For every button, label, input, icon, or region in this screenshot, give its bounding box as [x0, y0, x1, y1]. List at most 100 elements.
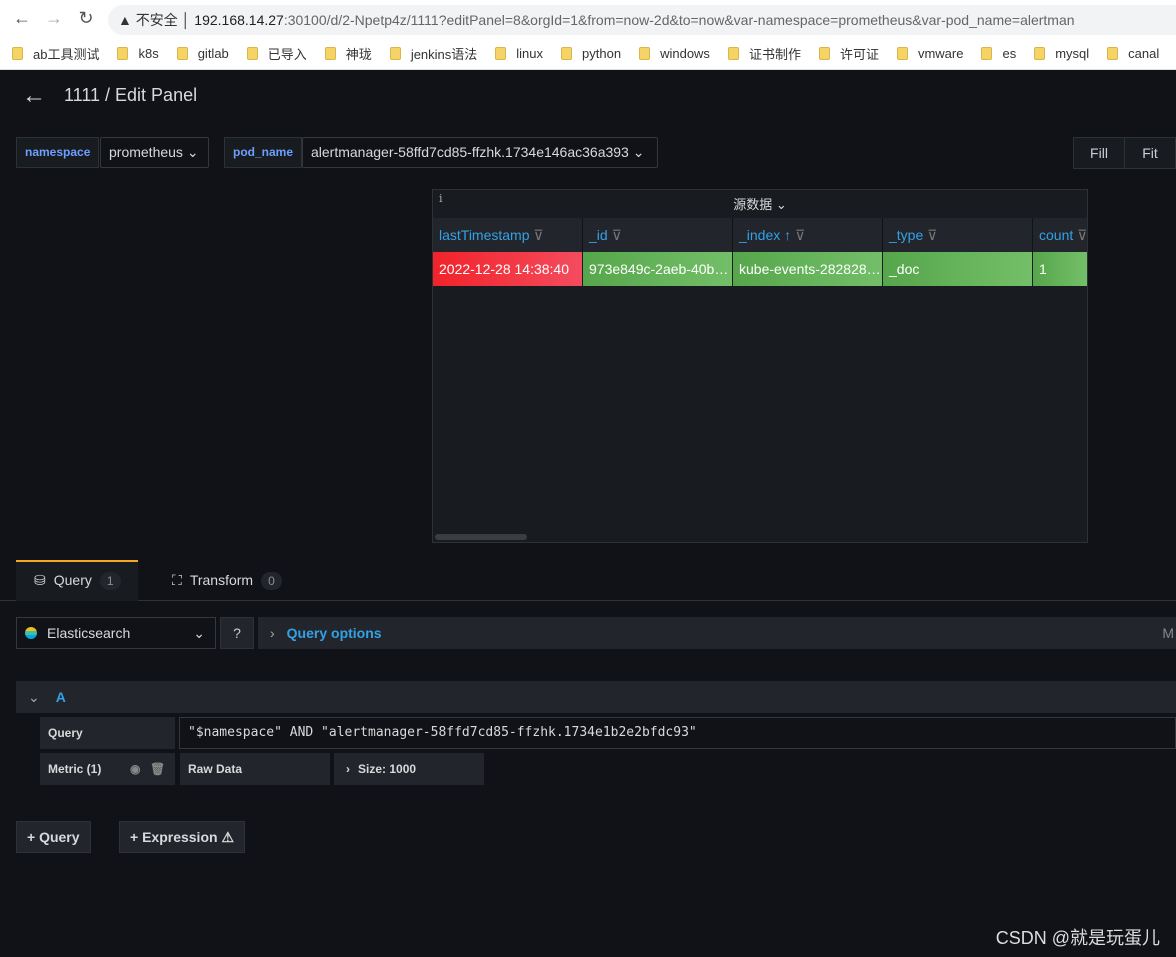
variable-label-pod-name: pod_name — [224, 137, 303, 168]
filter-icon[interactable]: ⊽ — [533, 227, 543, 243]
size-settings[interactable]: › Size: 1000 — [334, 753, 484, 785]
warning-icon: ⚠ — [221, 829, 235, 845]
query-options-bar[interactable]: › Query options M — [258, 617, 1176, 649]
bookmark-item[interactable]: jenkins语法 — [389, 40, 478, 66]
folder-icon — [495, 46, 507, 60]
query-editor: Elasticsearch ⌄ ? › Query options M ⌄ A Quer… — [0, 601, 1176, 957]
bookmark-label: gitlab — [197, 45, 229, 61]
filter-icon[interactable]: ⊽ — [612, 227, 622, 243]
transform-icon: ⛶ — [172, 572, 182, 588]
fill-button[interactable]: Fill — [1073, 137, 1125, 169]
bookmark-label: 许可证 — [839, 46, 879, 62]
horizontal-scrollbar[interactable] — [435, 534, 527, 540]
table-cell: _doc — [883, 252, 1033, 286]
truncated-label: M — [1162, 625, 1174, 641]
bookmark-item[interactable]: python — [561, 40, 621, 66]
metric-label: Metric (1) ◉ 🗑 — [40, 753, 175, 785]
bookmark-item[interactable]: linux — [495, 40, 543, 66]
query-input[interactable]: "$namespace" AND "alertmanager-58ffd7cd8… — [179, 717, 1176, 749]
bookmark-item[interactable]: 证书制作 — [727, 40, 801, 66]
tab-label: Query — [53, 572, 92, 588]
bookmark-label: jenkins语法 — [410, 46, 478, 62]
namespace-select[interactable]: prometheus ⌄ — [100, 137, 209, 168]
elasticsearch-icon — [25, 627, 37, 639]
folder-icon — [1034, 46, 1046, 60]
column-title: _id — [589, 227, 608, 243]
folder-icon — [246, 46, 258, 60]
bookmark-label: es — [1002, 45, 1017, 61]
folder-icon — [727, 46, 739, 60]
bookmark-label: 已导入 — [267, 46, 307, 62]
column-header[interactable]: _id ⊽ — [583, 218, 733, 252]
column-header[interactable]: lastTimestamp ⊽ — [433, 218, 583, 252]
column-header[interactable]: _type ⊽ — [883, 218, 1033, 252]
fit-button[interactable]: Fit — [1124, 137, 1176, 169]
tab-transform[interactable]: ⛶ Transform 0 — [172, 560, 282, 601]
folder-icon — [981, 46, 993, 60]
trash-icon[interactable]: 🗑 — [150, 753, 165, 785]
metric-type-select[interactable]: Raw Data — [180, 753, 330, 785]
bookmark-item[interactable]: 神珑 — [324, 40, 372, 66]
tab-label: Transform — [189, 572, 254, 588]
bookmark-item[interactable]: ab工具测试 — [12, 40, 99, 66]
folder-icon — [176, 46, 188, 60]
eye-icon[interactable]: ◉ — [130, 753, 140, 785]
chevron-right-icon: › — [270, 625, 275, 641]
warning-icon: ▲ — [118, 12, 132, 28]
column-title: _type — [889, 227, 924, 243]
back-arrow-icon[interactable]: ← — [12, 8, 32, 29]
query-row-header[interactable]: ⌄ A — [16, 681, 1176, 713]
chevron-down-icon: ⌄ — [186, 144, 199, 160]
bookmark-label: vmware — [917, 45, 964, 61]
page-title: 1111 / Edit Panel — [64, 85, 198, 105]
bookmark-label: k8s — [138, 45, 159, 61]
security-label: 不安全 — [135, 12, 178, 28]
bookmark-label: canal — [1128, 45, 1160, 61]
bookmark-item[interactable]: gitlab — [176, 40, 229, 66]
folder-icon — [1107, 46, 1119, 60]
back-arrow-icon[interactable]: ← — [22, 82, 46, 110]
chevron-down-icon: ⌄ — [775, 197, 787, 212]
chevron-right-icon: › — [346, 762, 350, 776]
bookmark-item[interactable]: es — [981, 40, 1016, 66]
forward-arrow-icon[interactable]: → — [44, 8, 64, 29]
add-query-button[interactable]: + Query — [16, 821, 91, 853]
folder-icon — [389, 46, 401, 60]
tab-count: 0 — [261, 571, 282, 590]
datasource-select[interactable]: Elasticsearch ⌄ — [16, 617, 216, 649]
help-icon[interactable]: ? — [220, 617, 254, 649]
tab-query[interactable]: ⛁ Query 1 — [34, 560, 121, 601]
panel-title[interactable]: 源数据 ⌄ — [433, 194, 1087, 213]
add-query-label: Query — [39, 829, 80, 845]
table-header: lastTimestamp ⊽ _id ⊽ _index ↑ ⊽ _type ⊽ cou… — [433, 218, 1087, 252]
bookmark-item[interactable]: windows — [639, 40, 710, 66]
bookmark-item[interactable]: vmware — [896, 40, 964, 66]
bookmark-item[interactable]: 已导入 — [246, 40, 307, 66]
add-expression-button[interactable]: + Expression ⚠ — [119, 821, 246, 853]
table-cell: kube-events-282828… — [733, 252, 883, 286]
column-header[interactable]: count ⊽ — [1033, 218, 1087, 252]
bookmark-label: linux — [516, 45, 544, 61]
chevron-down-icon[interactable]: ⌄ — [28, 689, 40, 705]
address-bar[interactable]: ▲ 不安全 │ 192.168.14.27:30100/d/2-Npetp4z/… — [108, 5, 1176, 35]
filter-icon[interactable]: ⊽ — [795, 227, 805, 243]
query-ref-id: A — [55, 689, 66, 705]
bookmark-label: windows — [660, 45, 710, 61]
url-path: :30100/d/2-Npetp4z/1111?editPanel=8&orgI… — [283, 12, 1075, 28]
bookmark-item[interactable]: mysql — [1034, 40, 1089, 66]
pod-name-select[interactable]: alertmanager-58ffd7cd85-ffzhk.1734e146ac… — [302, 137, 658, 168]
bookmark-item[interactable]: k8s — [117, 40, 159, 66]
reload-icon[interactable]: ↻ — [76, 8, 96, 29]
plus-icon: + — [130, 829, 143, 845]
size-text: Size: 1000 — [358, 762, 417, 776]
watermark: CSDN @就是玩蛋儿 — [995, 928, 1160, 948]
filter-icon[interactable]: ⊽ — [927, 227, 937, 243]
table-cell: 2022-12-28 14:38:40 — [433, 252, 583, 286]
filter-icon[interactable]: ⊽ — [1077, 227, 1087, 243]
bookmark-item[interactable]: canal — [1107, 40, 1159, 66]
tab-count: 1 — [99, 571, 121, 590]
table-row: 2022-12-28 14:38:40 973e849c-2aeb-40b… kub… — [433, 252, 1087, 286]
column-header[interactable]: _index ↑ ⊽ — [733, 218, 883, 252]
database-icon: ⛁ — [34, 572, 46, 588]
bookmark-item[interactable]: 许可证 — [818, 40, 879, 66]
